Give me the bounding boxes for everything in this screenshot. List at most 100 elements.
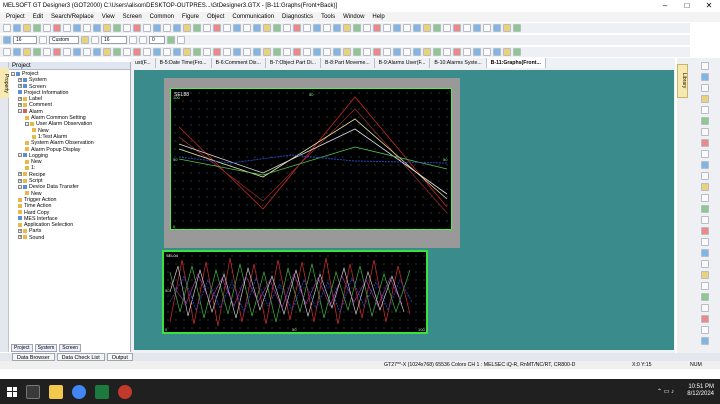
excel-icon[interactable]: [95, 384, 109, 399]
collapse-icon[interactable]: -: [25, 121, 29, 126]
tab-output[interactable]: Output: [106, 353, 133, 361]
toolbar3-tool-icon[interactable]: [393, 48, 401, 56]
figure-tool-icon[interactable]: [700, 161, 709, 169]
expand-icon[interactable]: +: [18, 84, 22, 89]
expand-icon[interactable]: +: [18, 235, 22, 240]
menu-help[interactable]: Help: [368, 14, 388, 20]
trend-graph-front[interactable]: SEL88 50 100 50 0 50: [170, 88, 452, 230]
expand-icon[interactable]: +: [18, 77, 22, 82]
tab-project[interactable]: Project: [11, 344, 33, 352]
collapse-icon[interactable]: -: [18, 153, 22, 158]
bold-icon[interactable]: [39, 36, 47, 44]
toolbar1-tool-icon[interactable]: [183, 24, 191, 32]
toolbar1-tool-icon[interactable]: [163, 24, 171, 32]
align-icon[interactable]: [91, 36, 99, 44]
toolbar1-tool-icon[interactable]: [403, 24, 411, 32]
toolbar3-tool-icon[interactable]: [323, 48, 331, 56]
toolbar1-tool-icon[interactable]: [483, 24, 491, 32]
toolbar1-tool-icon[interactable]: [33, 24, 41, 32]
toolbar3-tool-icon[interactable]: [403, 48, 411, 56]
toolbar1-tool-icon[interactable]: [213, 24, 221, 32]
toolbar3-tool-icon[interactable]: [83, 48, 91, 56]
toolbar3-tool-icon[interactable]: [203, 48, 211, 56]
document-tab[interactable]: B-5:Date Time(Fro...: [156, 58, 212, 68]
figure-tool-icon[interactable]: [700, 73, 709, 81]
toolbar3-tool-icon[interactable]: [33, 48, 41, 56]
toolbar3-tool-icon[interactable]: [473, 48, 481, 56]
collapse-icon[interactable]: -: [18, 184, 22, 189]
toolbar1-tool-icon[interactable]: [343, 24, 351, 32]
menu-communication[interactable]: Communication: [228, 14, 278, 20]
toolbar1-tool-icon[interactable]: [83, 24, 91, 32]
toolbar1-tool-icon[interactable]: [283, 24, 291, 32]
toolbar1-tool-icon[interactable]: [443, 24, 451, 32]
document-tab[interactable]: B-8:Part Moveme...: [321, 58, 375, 68]
expand-icon[interactable]: +: [18, 178, 22, 183]
figure-tool-icon[interactable]: [700, 315, 709, 323]
toolbar1-tool-icon[interactable]: [493, 24, 501, 32]
toolbar1-tool-icon[interactable]: [123, 24, 131, 32]
toolbar1-tool-icon[interactable]: [383, 24, 391, 32]
toolbar3-tool-icon[interactable]: [483, 48, 491, 56]
toolbar1-tool-icon[interactable]: [313, 24, 321, 32]
document-tab[interactable]: ust(F...: [131, 58, 156, 68]
menu-screen[interactable]: Screen: [119, 14, 146, 20]
figure-tool-icon[interactable]: [700, 260, 709, 268]
toolbar3-tool-icon[interactable]: [283, 48, 291, 56]
toolbar1-tool-icon[interactable]: [353, 24, 361, 32]
toolbar1-tool-icon[interactable]: [433, 24, 441, 32]
toolbar3-tool-icon[interactable]: [163, 48, 171, 56]
toolbar3-tool-icon[interactable]: [383, 48, 391, 56]
toolbar1-tool-icon[interactable]: [173, 24, 181, 32]
toolbar3-tool-icon[interactable]: [433, 48, 441, 56]
toolbar1-tool-icon[interactable]: [293, 24, 301, 32]
figure-tool-icon[interactable]: [700, 62, 709, 70]
toolbar1-tool-icon[interactable]: [243, 24, 251, 32]
figure-tool-icon[interactable]: [700, 304, 709, 312]
toolbar1-tool-icon[interactable]: [333, 24, 341, 32]
toolbar1-tool-icon[interactable]: [323, 24, 331, 32]
toolbar1-tool-icon[interactable]: [13, 24, 21, 32]
figure-tool-icon[interactable]: [700, 337, 709, 345]
document-tab[interactable]: B-7:Object Part Di...: [266, 58, 321, 68]
figure-tool-icon[interactable]: [700, 106, 709, 114]
toolbar1-tool-icon[interactable]: [263, 24, 271, 32]
figure-tool-icon[interactable]: [700, 326, 709, 334]
toolbar3-tool-icon[interactable]: [3, 48, 11, 56]
toolbar1-tool-icon[interactable]: [203, 24, 211, 32]
toolbar3-tool-icon[interactable]: [133, 48, 141, 56]
figure-tool-icon[interactable]: [700, 249, 709, 257]
toolbar3-tool-icon[interactable]: [373, 48, 381, 56]
toolbar1-tool-icon[interactable]: [393, 24, 401, 32]
toolbar1-tool-icon[interactable]: [133, 24, 141, 32]
zoom-select[interactable]: Custom: [49, 36, 79, 44]
expand-icon[interactable]: +: [18, 172, 22, 177]
toolbar1-tool-icon[interactable]: [363, 24, 371, 32]
figure-tool-icon[interactable]: [700, 139, 709, 147]
font-size-select[interactable]: 16: [13, 36, 37, 44]
toolbar1-tool-icon[interactable]: [233, 24, 241, 32]
figure-tool-icon[interactable]: [700, 150, 709, 158]
toolbar1-tool-icon[interactable]: [93, 24, 101, 32]
tab-data-browser[interactable]: Data Browser: [12, 353, 55, 361]
document-tab[interactable]: B-6:Comment Dis...: [212, 58, 266, 68]
figure-tool-icon[interactable]: [700, 183, 709, 191]
menu-diagnostics[interactable]: Diagnostics: [278, 14, 317, 20]
toolbar1-tool-icon[interactable]: [463, 24, 471, 32]
snap-icon[interactable]: [177, 36, 185, 44]
toolbar3-tool-icon[interactable]: [103, 48, 111, 56]
figure-tool-icon[interactable]: [700, 128, 709, 136]
toolbar1-tool-icon[interactable]: [413, 24, 421, 32]
toolbar3-tool-icon[interactable]: [253, 48, 261, 56]
expand-icon[interactable]: +: [18, 96, 22, 101]
property-tab[interactable]: Property: [0, 68, 9, 98]
chrome-icon[interactable]: [72, 384, 86, 399]
figure-tool-icon[interactable]: [700, 271, 709, 279]
toolbar3-tool-icon[interactable]: [183, 48, 191, 56]
toolbar3-tool-icon[interactable]: [463, 48, 471, 56]
toolbar3-tool-icon[interactable]: [243, 48, 251, 56]
figure-tool-icon[interactable]: [700, 117, 709, 125]
toolbar3-tool-icon[interactable]: [193, 48, 201, 56]
font-icon[interactable]: [3, 36, 11, 44]
grid-icon[interactable]: [167, 36, 175, 44]
